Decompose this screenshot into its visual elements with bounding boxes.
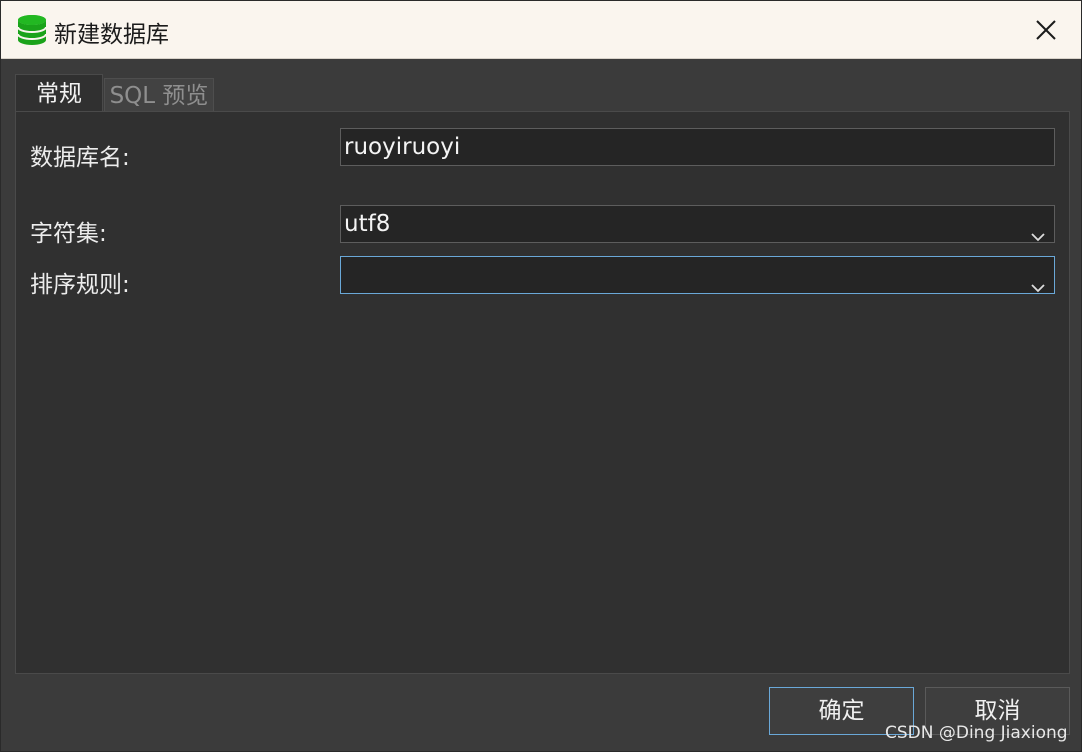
tab-general[interactable]: 常规 — [15, 74, 103, 112]
dialog-title: 新建数据库 — [54, 22, 169, 48]
collation-select[interactable] — [340, 256, 1055, 294]
charset-label: 字符集: — [30, 221, 107, 247]
database-name-input[interactable]: ruoyiruoyi — [340, 128, 1055, 166]
collation-label: 排序规则: — [30, 272, 130, 298]
general-panel: 数据库名: ruoyiruoyi 字符集: utf8 排序规则: — [15, 111, 1070, 674]
tab-sql-preview[interactable]: SQL 预览 — [104, 78, 214, 112]
charset-select[interactable]: utf8 — [340, 205, 1055, 243]
new-database-dialog: 新建数据库 常规 SQL 预览 数据库名: ruoyiruoyi 字符集: ut… — [0, 0, 1082, 752]
title-bar: 新建数据库 — [1, 1, 1081, 59]
chevron-down-icon[interactable] — [1030, 218, 1046, 242]
database-icon — [15, 13, 49, 47]
watermark: CSDN @Ding Jiaxiong — [885, 723, 1068, 743]
chevron-down-icon[interactable] — [1030, 269, 1046, 293]
charset-value: utf8 — [344, 211, 391, 237]
database-name-label: 数据库名: — [30, 145, 130, 171]
close-icon[interactable] — [1031, 15, 1061, 45]
